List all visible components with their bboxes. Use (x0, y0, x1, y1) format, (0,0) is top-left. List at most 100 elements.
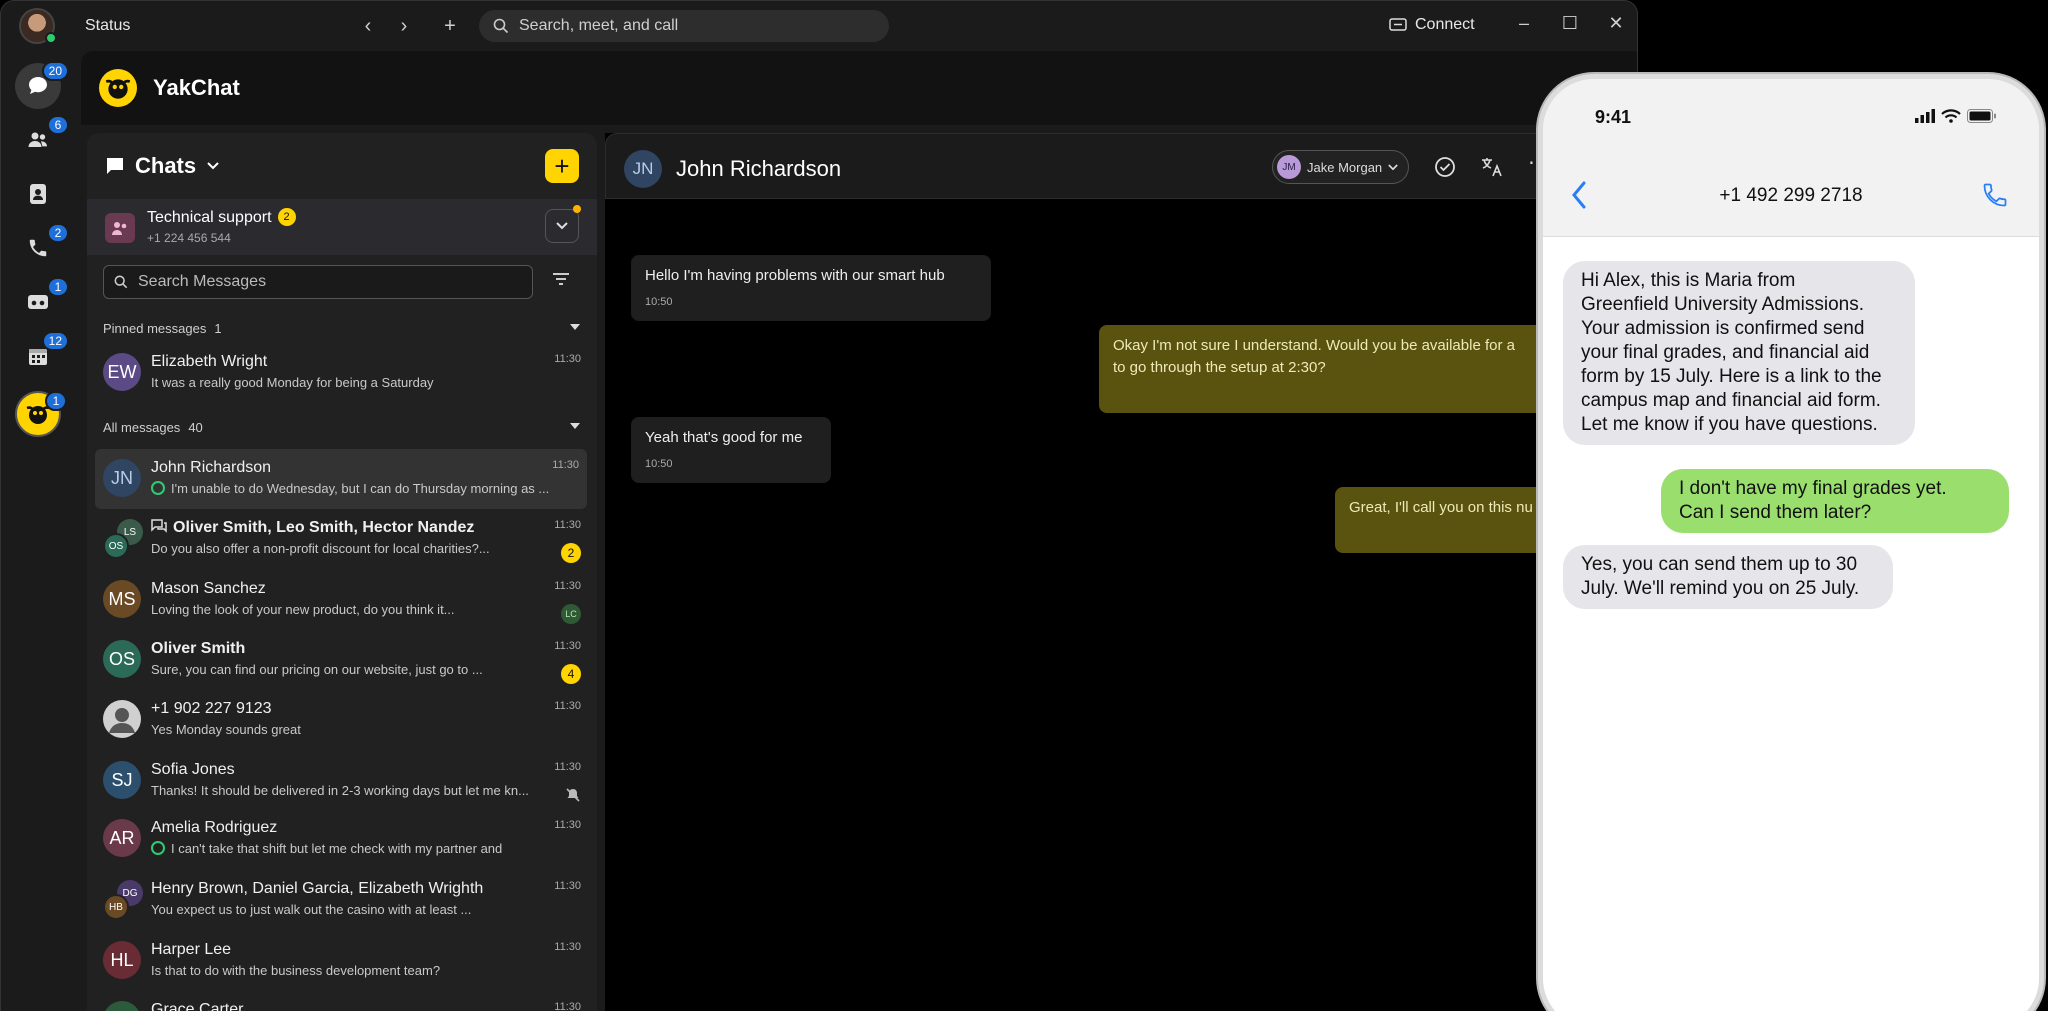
filter-icon[interactable] (551, 271, 571, 287)
chat-preview: You expect us to just walk out the casin… (151, 902, 472, 917)
chat-name: +1 902 227 9123 (151, 700, 272, 717)
forward-arrow-icon[interactable]: › (391, 13, 417, 39)
chat-row-oliver-smith[interactable]: OS Oliver Smith Sure, you can find our p… (87, 630, 597, 690)
global-search-placeholder: Search, meet, and call (519, 17, 679, 34)
chats-dropdown[interactable]: Chats (105, 153, 220, 179)
back-arrow-icon[interactable]: ‹ (355, 13, 381, 39)
title-bar: Status ‹ › + Search, meet, and call Conn… (1, 1, 1637, 51)
phone-clock: 9:41 (1595, 107, 1632, 127)
chat-time: 11:30 (554, 880, 581, 892)
notification-dot (573, 205, 581, 213)
message-incoming: Yeah that's good for me 10:50 (631, 417, 831, 483)
sms-line: campus map and financial aid form. (1581, 390, 1881, 411)
all-messages-section-header[interactable]: All messages 40 (103, 420, 581, 435)
group-chat-icon (151, 519, 167, 533)
assign-agent-dropdown[interactable]: JM Jake Morgan (1272, 150, 1410, 184)
pinned-label: Pinned messages (103, 321, 207, 336)
message-text: Yeah that's good for me (645, 429, 803, 446)
close-icon[interactable]: ✕ (1603, 13, 1629, 34)
rail-calendar[interactable]: 12 (15, 331, 69, 379)
inbox-selector[interactable]: Technical support 2 +1 224 456 544 (87, 199, 597, 255)
sms-line: Greenfield University Admissions. (1581, 294, 1864, 315)
rail-contacts[interactable] (15, 171, 61, 217)
unread-badge: 2 (561, 543, 581, 563)
rail-yakchat[interactable]: 1 (15, 391, 67, 437)
chat-preview-wrap: I'm unable to do Wednesday, but I can do… (151, 481, 549, 496)
rail-badge: 1 (45, 391, 67, 411)
chat-time: 11:30 (554, 1001, 581, 1011)
message-text: Great, I'll call you on this nu (1349, 499, 1533, 516)
assignee-avatar: LC (561, 604, 581, 624)
status-label[interactable]: Status (85, 17, 130, 35)
chat-preview-wrap: I can't take that shift but let me check… (151, 841, 502, 856)
rail-voicemail[interactable]: 1 (15, 277, 69, 325)
chat-name: Amelia Rodriguez (151, 819, 278, 836)
whatsapp-icon (151, 841, 165, 855)
phone-contact-number: +1 492 299 2718 (1719, 185, 1863, 206)
chat-name: Grace Carter (151, 1001, 244, 1011)
phone-call-icon[interactable] (1981, 181, 2009, 209)
team-inbox-icon (105, 213, 135, 243)
group-avatar: LS OS (103, 519, 143, 559)
rail-teams[interactable]: 6 (15, 115, 69, 163)
chat-row-john-richardson[interactable]: JN John Richardson I'm unable to do Wedn… (95, 449, 587, 509)
pinned-chat-row[interactable]: EW Elizabeth Wright It was a really good… (87, 343, 597, 403)
chat-bubble-icon (107, 158, 123, 174)
chat-time: 11:30 (552, 459, 579, 471)
chat-preview: Thanks! It should be delivered in 2-3 wo… (151, 783, 529, 798)
maximize-icon[interactable]: ☐ (1557, 13, 1583, 34)
inbox-badge: 2 (277, 208, 296, 226)
sms-line: Hi Alex, this is Maria from (1581, 270, 1796, 291)
contact-name[interactable]: John Richardson (676, 156, 841, 182)
avatar: JN (103, 459, 141, 497)
chat-row-group-oliver[interactable]: LS OS Oliver Smith, Leo Smith, Hector Na… (87, 509, 597, 569)
contact-avatar[interactable]: JN (624, 150, 662, 188)
message-text: Okay I'm not sure I understand. Would yo… (1113, 337, 1515, 354)
chat-row-grace-carter[interactable]: GC Grace Carter 11:30 (87, 991, 597, 1011)
chat-name: Harper Lee (151, 941, 232, 958)
new-plus-icon[interactable]: + (437, 13, 463, 39)
chats-title: Chats (135, 153, 197, 178)
sms-outgoing: I don't have my final grades yet. Can I … (1661, 469, 2009, 533)
avatar: AR (103, 819, 141, 857)
phone-message-thread: Hi Alex, this is Maria from Greenfield U… (1543, 237, 2039, 1011)
connect-label: Connect (1415, 16, 1475, 33)
search-messages-input[interactable]: Search Messages (103, 265, 533, 299)
rail-badge: 6 (47, 115, 69, 135)
chat-row-mason-sanchez[interactable]: MS Mason Sanchez Loving the look of your… (87, 570, 597, 630)
chat-row-phone-number[interactable]: +1 902 227 9123 Yes Monday sounds great … (87, 690, 597, 750)
check-circle-icon[interactable] (1434, 156, 1456, 178)
inbox-name-wrap: Technical support 2 (147, 208, 296, 227)
new-chat-button[interactable]: + (545, 149, 579, 183)
sms-line: Your admission is confirmed send (1581, 318, 1865, 339)
avatar: HL (103, 941, 141, 979)
connect-button[interactable]: Connect (1389, 16, 1475, 34)
inbox-dropdown-button[interactable] (545, 209, 579, 243)
agent-avatar: JM (1277, 155, 1301, 179)
chat-time: 11:30 (554, 353, 581, 365)
chevron-down-icon (556, 222, 568, 230)
translate-icon[interactable] (1480, 156, 1504, 178)
chat-name: Henry Brown, Daniel Garcia, Elizabeth Wr… (151, 880, 484, 897)
search-icon (114, 275, 128, 289)
sms-incoming: Hi Alex, this is Maria from Greenfield U… (1563, 261, 1915, 445)
chat-name: Oliver Smith, Leo Smith, Hector Nandez (173, 519, 475, 536)
chat-row-amelia-rodriguez[interactable]: AR Amelia Rodriguez I can't take that sh… (87, 809, 597, 869)
chat-name: John Richardson (151, 459, 272, 476)
pinned-section-header[interactable]: Pinned messages 1 (103, 321, 581, 336)
app-name: YakChat (153, 75, 240, 100)
chat-preview: I'm unable to do Wednesday, but I can do… (171, 481, 550, 496)
chat-row-harper-lee[interactable]: HL Harper Lee Is that to do with the bus… (87, 931, 597, 991)
whatsapp-icon (151, 481, 165, 495)
sms-line: I don't have my final grades yet. (1679, 478, 1947, 499)
minimize-icon[interactable]: – (1511, 13, 1537, 34)
chat-row-group-henry[interactable]: DG HB Henry Brown, Daniel Garcia, Elizab… (87, 870, 597, 930)
rail-chats[interactable]: 20 (15, 61, 69, 109)
global-search-input[interactable]: Search, meet, and call (479, 10, 889, 42)
chat-row-sofia-jones[interactable]: SJ Sofia Jones Thanks! It should be deli… (87, 751, 597, 811)
rail-calls[interactable]: 2 (15, 223, 69, 271)
message-time: 10:50 (645, 296, 673, 308)
avatar: GC (103, 1001, 141, 1011)
sms-line: July. We'll remind you on 25 July. (1581, 578, 1860, 599)
chat-time: 11:30 (554, 819, 581, 831)
